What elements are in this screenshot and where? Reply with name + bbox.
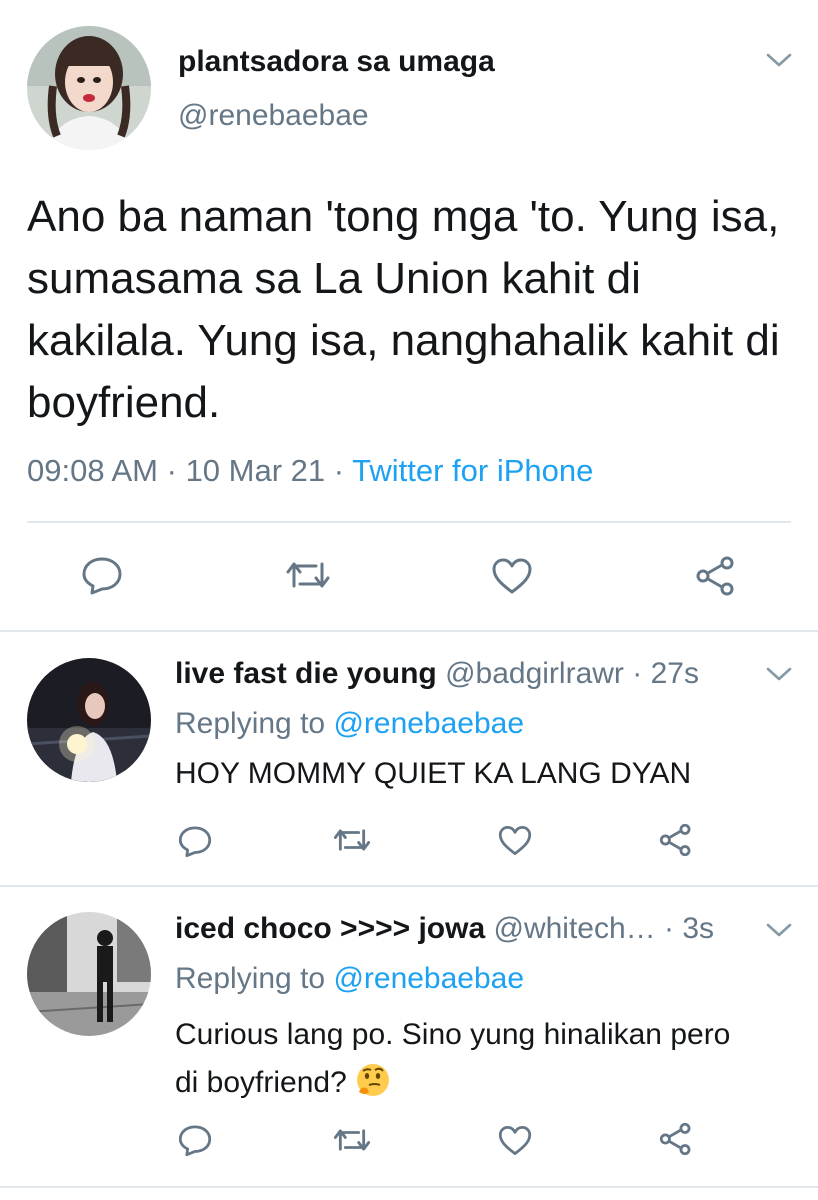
- like-icon[interactable]: [490, 556, 534, 596]
- author-handle[interactable]: @renebaebae: [178, 98, 369, 134]
- reply-handle[interactable]: @badgirlrawr: [445, 657, 624, 690]
- retweet-icon[interactable]: [284, 556, 332, 594]
- reply-icon[interactable]: [80, 555, 124, 595]
- avatar[interactable]: [27, 26, 151, 150]
- section-divider: [0, 630, 818, 632]
- like-icon[interactable]: [497, 824, 533, 857]
- tweet-date: 10 Mar 21: [185, 453, 326, 488]
- tweet-source-link[interactable]: Twitter for iPhone: [352, 453, 593, 488]
- tweet-meta: 09:08 AM · 10 Mar 21 · Twitter for iPhon…: [27, 452, 593, 490]
- reply-age: · 3s: [664, 912, 715, 945]
- reply-display-name[interactable]: live fast die young: [175, 657, 437, 690]
- replying-to-handle[interactable]: @renebaebae: [333, 707, 524, 740]
- retweet-icon[interactable]: [332, 1124, 372, 1156]
- reply-text-line: di boyfriend?: [175, 1059, 730, 1107]
- avatar[interactable]: [27, 912, 151, 1036]
- reply-icon[interactable]: [177, 1123, 213, 1157]
- share-icon[interactable]: [694, 554, 738, 598]
- meta-divider: [27, 521, 791, 523]
- reply-icon[interactable]: [177, 824, 213, 858]
- tweet-text: Ano ba naman 'tong mga 'to. Yung isa, su…: [27, 192, 780, 427]
- chevron-down-icon[interactable]: [764, 918, 794, 942]
- reply-text: HOY MOMMY QUIET KA LANG DYAN: [175, 757, 692, 790]
- replying-to: Replying to @renebaebae: [175, 706, 524, 742]
- reply-text: Curious lang po. Sino yung hinalikan per…: [175, 1011, 730, 1107]
- replying-to: Replying to @renebaebae: [175, 961, 524, 997]
- author-display-name[interactable]: plantsadora sa umaga: [178, 44, 495, 80]
- share-icon[interactable]: [658, 1121, 694, 1157]
- section-divider: [0, 1186, 818, 1188]
- chevron-down-icon[interactable]: [764, 48, 794, 72]
- reply-display-name[interactable]: iced choco >>>> jowa: [175, 912, 485, 945]
- replying-to-handle[interactable]: @renebaebae: [333, 962, 524, 995]
- meta-separator: ·: [166, 453, 177, 488]
- reply-text-fragment: di boyfriend?: [175, 1066, 347, 1099]
- section-divider: [0, 885, 818, 887]
- reply-handle[interactable]: @whitech…: [493, 912, 655, 945]
- share-icon[interactable]: [658, 822, 694, 858]
- avatar[interactable]: [27, 658, 151, 782]
- reply-age: · 27s: [632, 657, 699, 690]
- reply-header: iced choco >>>> jowa @whitech… · 3s: [175, 911, 714, 947]
- reply-header: live fast die young @badgirlrawr · 27s: [175, 656, 699, 692]
- reply-text-line: Curious lang po. Sino yung hinalikan per…: [175, 1018, 731, 1051]
- meta-separator: ·: [333, 453, 345, 488]
- replying-to-label: Replying to: [175, 707, 326, 740]
- retweet-icon[interactable]: [332, 824, 372, 856]
- replying-to-label: Replying to: [175, 962, 326, 995]
- tweet-time: 09:08 AM: [27, 453, 158, 488]
- like-icon[interactable]: [497, 1124, 533, 1157]
- chevron-down-icon[interactable]: [764, 662, 794, 686]
- thinking-face-emoji: [355, 1062, 391, 1098]
